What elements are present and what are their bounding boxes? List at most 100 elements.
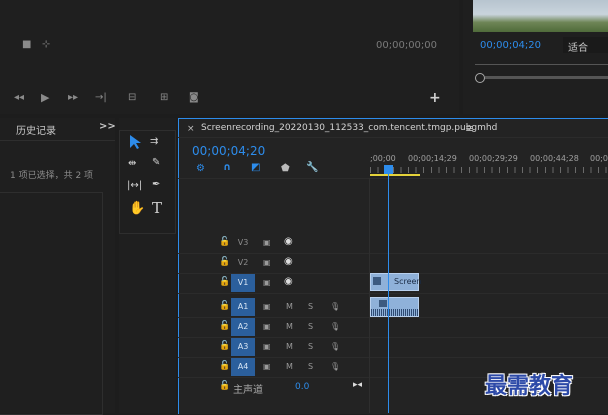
- master-label: 主声道: [233, 385, 263, 396]
- play-icon[interactable]: ▶: [41, 92, 49, 103]
- ripple-edit-icon[interactable]: ⇹: [128, 159, 136, 169]
- track-a4: 🔓 A4 ▣ M S 🎙: [178, 358, 370, 376]
- video-clip[interactable]: Screen: [370, 273, 422, 291]
- source-monitor-panel: 00;00;04;20 适合: [463, 0, 608, 114]
- mute-button[interactable]: M: [286, 302, 293, 311]
- sync-icon[interactable]: ▣: [263, 302, 271, 311]
- lock-icon[interactable]: 🔓: [219, 381, 230, 391]
- playhead[interactable]: [388, 168, 389, 413]
- tools-panel: ⇉ ⇹ ✎ |↔| ✒ ✋ T: [119, 118, 176, 413]
- sequence-tab-divider: [178, 137, 608, 138]
- track-name[interactable]: A2: [231, 318, 255, 336]
- video-clip-label: Screen: [394, 277, 422, 286]
- ruler-label: 00;01: [590, 154, 608, 163]
- sync-icon[interactable]: ▣: [263, 322, 271, 331]
- wrench-icon[interactable]: 🔧: [306, 163, 318, 173]
- snap-nest-icon[interactable]: ⚙: [196, 164, 205, 174]
- eye-icon[interactable]: ◉: [284, 276, 293, 287]
- scrub-track[interactable]: [475, 64, 608, 65]
- zoom-bar[interactable]: [485, 76, 608, 79]
- track-name[interactable]: A3: [231, 338, 255, 356]
- solo-button[interactable]: S: [308, 322, 313, 331]
- zoom-select[interactable]: 适合: [563, 37, 608, 54]
- program-monitor-panel: ■ ⊹ 00;00;00;00 ◂◂ ▶ ▸▸ →| ⊟ ⊞ ◙ +: [0, 0, 459, 114]
- panel-expand-icon[interactable]: >>: [99, 121, 116, 132]
- track-name[interactable]: A1: [231, 298, 255, 316]
- track-name[interactable]: A4: [231, 358, 255, 376]
- track-name[interactable]: V1: [231, 274, 255, 292]
- solo-button[interactable]: S: [308, 362, 313, 371]
- linked-selection-icon[interactable]: ◩: [251, 163, 260, 173]
- solo-button[interactable]: S: [308, 302, 313, 311]
- track-divider: [178, 317, 608, 318]
- add-button[interactable]: +: [429, 90, 441, 106]
- history-status: 1 项已选择，共 2 项: [10, 171, 94, 181]
- mic-icon[interactable]: 🎙: [330, 322, 340, 331]
- mic-icon[interactable]: 🎙: [330, 362, 340, 371]
- slip-icon[interactable]: |↔|: [127, 181, 142, 191]
- sync-icon[interactable]: ▣: [263, 258, 271, 267]
- mic-icon[interactable]: 🎙: [330, 342, 340, 351]
- eye-icon[interactable]: ◉: [284, 256, 293, 267]
- track-name[interactable]: V3: [231, 234, 255, 252]
- snap-magnet-icon[interactable]: ∩: [223, 163, 231, 173]
- sync-icon[interactable]: ▣: [263, 342, 271, 351]
- lock-icon[interactable]: 🔓: [219, 321, 230, 331]
- track-v3: 🔓 V3 ▣ ◉: [178, 234, 370, 252]
- playhead-marker[interactable]: [475, 73, 485, 83]
- track-divider: [178, 293, 608, 294]
- sequence-timecode[interactable]: 00;00;04;20: [192, 144, 265, 158]
- settings-square-icon[interactable]: ■: [22, 40, 31, 50]
- lock-icon[interactable]: 🔓: [219, 277, 230, 287]
- step-forward-icon[interactable]: ▸▸: [68, 93, 78, 103]
- history-title[interactable]: 历史记录: [16, 122, 56, 137]
- lift-icon[interactable]: ⊟: [128, 93, 136, 103]
- razor-icon[interactable]: ✎: [152, 158, 160, 168]
- ruler-divider: [178, 178, 608, 179]
- sequence-title[interactable]: Screenrecording_20220130_112533_com.tenc…: [201, 123, 497, 133]
- work-area-bar[interactable]: [370, 174, 420, 176]
- playhead-handle[interactable]: [384, 165, 393, 174]
- mute-button[interactable]: M: [286, 342, 293, 351]
- header-divider: [369, 178, 370, 413]
- sync-icon[interactable]: ▣: [263, 238, 271, 247]
- sequence-close-icon[interactable]: ×: [187, 124, 195, 134]
- master-nav-icon[interactable]: ▸◂: [353, 380, 362, 390]
- track-name[interactable]: V2: [231, 254, 255, 272]
- solo-button[interactable]: S: [308, 342, 313, 351]
- eye-icon[interactable]: ◉: [284, 236, 293, 247]
- sync-icon[interactable]: ▣: [263, 278, 271, 287]
- watermark: 最需教育: [485, 373, 574, 399]
- camera-icon[interactable]: ◙: [189, 93, 199, 103]
- ruler-label: 00;00;29;29: [469, 154, 518, 163]
- go-to-out-icon[interactable]: →|: [95, 93, 107, 103]
- sync-icon[interactable]: ▣: [263, 362, 271, 371]
- insert-icon[interactable]: ⊹: [42, 40, 50, 50]
- time-ruler[interactable]: ;00;00 00;00;14;29 00;00;29;29 00;00;44;…: [370, 150, 608, 176]
- source-timecode: 00;00;04;20: [480, 40, 542, 51]
- lock-icon[interactable]: 🔓: [219, 301, 230, 311]
- pen-icon[interactable]: ✒: [152, 180, 160, 190]
- mute-button[interactable]: M: [286, 362, 293, 371]
- lock-icon[interactable]: 🔓: [219, 237, 230, 247]
- track-divider: [178, 337, 608, 338]
- track-select-icon[interactable]: ⇉: [150, 137, 158, 147]
- lock-icon[interactable]: 🔓: [219, 361, 230, 371]
- audio-clip[interactable]: [370, 297, 419, 317]
- extract-icon[interactable]: ⊞: [160, 93, 168, 103]
- fx-badge-icon: [379, 300, 387, 307]
- mute-button[interactable]: M: [286, 322, 293, 331]
- add-marker-icon[interactable]: ⬟: [281, 164, 290, 174]
- panel-menu-icon[interactable]: ≡: [465, 122, 474, 135]
- step-back-icon[interactable]: ◂◂: [14, 93, 24, 103]
- ruler-label: 00;00;44;28: [530, 154, 579, 163]
- lock-icon[interactable]: 🔓: [219, 257, 230, 267]
- selection-tool-icon[interactable]: [128, 134, 142, 150]
- type-tool-icon[interactable]: T: [152, 199, 162, 217]
- lock-icon[interactable]: 🔓: [219, 341, 230, 351]
- hand-icon[interactable]: ✋: [129, 202, 145, 215]
- track-a1: 🔓 A1 ▣ M S 🎙: [178, 298, 370, 316]
- mic-icon[interactable]: 🎙: [330, 302, 340, 311]
- master-volume[interactable]: 0.0: [295, 382, 309, 392]
- track-divider: [178, 253, 608, 254]
